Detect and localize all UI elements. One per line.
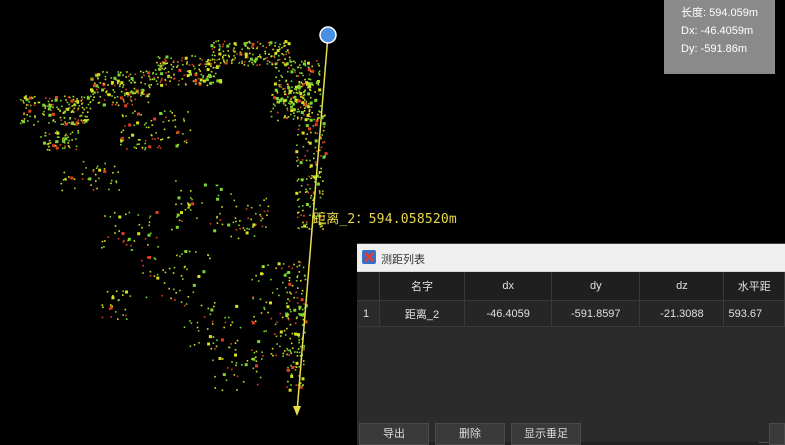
col-header-dx[interactable]: dx	[464, 272, 553, 301]
measure-table-area: 名字 dx dy dz 水平距 1 距离_2 -46.4059 -591.859…	[357, 272, 785, 445]
point-cloud	[20, 40, 328, 392]
col-header-dz[interactable]: dz	[639, 272, 725, 301]
cell-horizontal-dist[interactable]: 593.67	[723, 300, 785, 327]
col-header-horizontal-dist[interactable]: 水平距	[723, 272, 785, 301]
measure-table: 名字 dx dy dz 水平距 1 距离_2 -46.4059 -591.859…	[357, 272, 785, 327]
cell-dz[interactable]: -21.3088	[639, 300, 725, 327]
info-dx: Dx: -46.4059m	[681, 25, 754, 37]
panel-title: 测距列表	[381, 254, 425, 266]
export-button[interactable]: 导出	[359, 423, 429, 445]
measure-distance-label: 距离_2：594.058520m	[313, 212, 457, 227]
col-header-dy[interactable]: dy	[551, 272, 641, 301]
panel-titlebar[interactable]: 测距列表	[357, 244, 785, 272]
cell-name[interactable]: 距离_2	[379, 300, 466, 327]
table-row[interactable]: 1 距离_2 -46.4059 -591.8597 -21.3088 593.6…	[357, 300, 785, 327]
col-header-name[interactable]: 名字	[379, 272, 466, 301]
app-close-x-icon	[362, 250, 376, 264]
info-length: 长度: 594.059m	[681, 7, 759, 19]
measure-list-panel: 测距列表 名字 dx dy dz 水平距 1 距离_2 -46.4059 -59…	[357, 243, 785, 445]
row-number: 1	[357, 300, 380, 327]
col-header-rownum[interactable]	[357, 272, 380, 301]
measure-arrow-icon	[293, 406, 301, 416]
show-perpendicular-button[interactable]: 显示垂足	[511, 423, 581, 445]
extra-button[interactable]	[769, 423, 785, 445]
panel-button-bar: 导出 删除 显示垂足	[357, 420, 785, 445]
measurement-info-box: 长度: 594.059m Dx: -46.4059m Dy: -591.86m	[664, 0, 775, 74]
delete-button[interactable]: 删除	[435, 423, 505, 445]
info-dy: Dy: -591.86m	[681, 43, 748, 55]
table-header-row: 名字 dx dy dz 水平距	[357, 272, 785, 301]
cell-dx[interactable]: -46.4059	[464, 300, 553, 327]
cell-dy[interactable]: -591.8597	[551, 300, 641, 327]
measure-endpoint-icon[interactable]	[319, 26, 337, 44]
